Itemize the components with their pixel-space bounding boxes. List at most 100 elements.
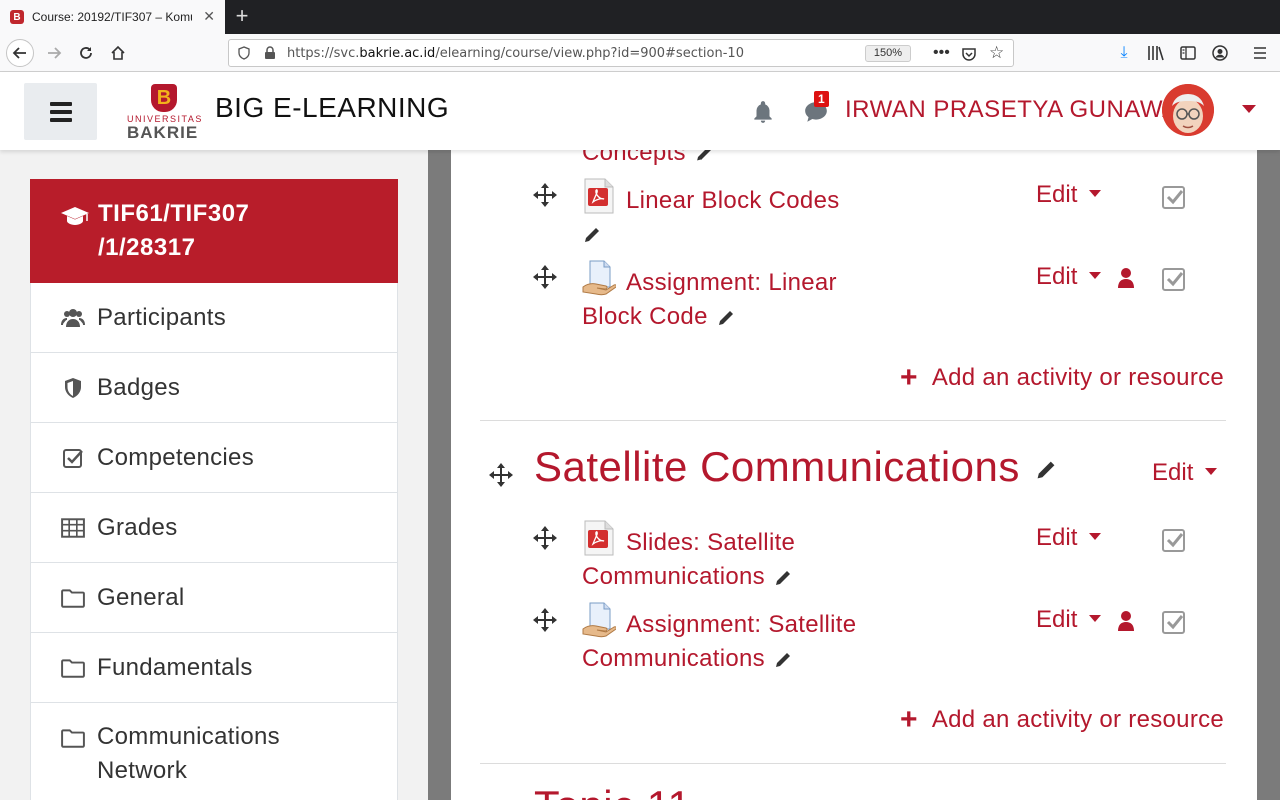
move-section-icon[interactable] <box>488 462 514 488</box>
edit-title-pencil-icon[interactable] <box>716 308 736 328</box>
drawer-item-label: Participants <box>97 304 226 331</box>
sidebar-icon[interactable] <box>1178 43 1198 63</box>
zoom-level[interactable]: 150% <box>865 45 911 62</box>
completion-checkbox-icon[interactable] <box>1161 184 1187 210</box>
completion-checkbox-icon[interactable] <box>1161 527 1187 553</box>
browser-tab-bar: B Course: 20192/TIF307 – Komu ✕ + <box>0 0 1280 34</box>
activity-edit-menu[interactable]: Edit <box>1036 263 1102 291</box>
chevron-down-icon <box>1089 615 1102 623</box>
activity-link-assignment-linear-cont[interactable]: Block Code <box>582 300 736 334</box>
home-icon[interactable] <box>104 39 132 67</box>
section-edit-menu[interactable]: Edit <box>1152 459 1218 487</box>
drawer-item-course[interactable]: TIF61/TIF307 /1/28317 <box>30 179 398 283</box>
group-mode-person-icon[interactable] <box>1117 267 1135 289</box>
drawer-item-grades[interactable]: Grades <box>30 493 398 563</box>
pdf-file-icon <box>584 178 614 214</box>
activity-edit-menu[interactable]: Edit <box>1036 524 1102 552</box>
edit-title-pencil-icon[interactable] <box>773 568 793 588</box>
drawer-item-competencies[interactable]: Competencies <box>30 423 398 493</box>
forward-icon[interactable] <box>40 39 68 67</box>
reload-icon[interactable] <box>72 39 100 67</box>
plus-icon: + <box>900 703 918 736</box>
drawer-item-badges[interactable]: Badges <box>30 353 398 423</box>
course-short-name-cont: /1/28317 <box>98 234 196 261</box>
activity-link-assignment-satellite[interactable]: Assignment: Satellite <box>626 608 856 642</box>
assignment-icon <box>582 602 616 638</box>
drawer-item-fundamentals[interactable]: Fundamentals <box>30 633 398 703</box>
drawer-item-communications-network[interactable]: Communications Network <box>30 703 398 800</box>
downloads-icon[interactable]: ⤓ <box>1114 43 1134 63</box>
edit-title-pencil-icon[interactable] <box>773 650 793 670</box>
completion-checkbox-icon[interactable] <box>1161 609 1187 635</box>
tab-close-icon[interactable]: ✕ <box>203 9 215 23</box>
pocket-icon[interactable] <box>961 46 977 62</box>
url-text[interactable]: https://svc.bakrie.ac.id/elearning/cours… <box>287 46 744 61</box>
move-icon[interactable] <box>532 525 558 551</box>
drawer-item-general[interactable]: General <box>30 563 398 633</box>
activity-edit-menu[interactable]: Edit <box>1036 181 1102 209</box>
user-name[interactable]: IRWAN PRASETYA GUNAWAN <box>845 96 1197 124</box>
drawer-item-participants[interactable]: Participants <box>30 283 398 353</box>
pdf-file-icon <box>584 520 614 556</box>
activity-edit-menu[interactable]: Edit <box>1036 606 1102 634</box>
tracking-shield-icon[interactable] <box>237 46 251 60</box>
bookmark-star-icon[interactable]: ☆ <box>989 43 1004 63</box>
notifications-bell-icon[interactable] <box>750 99 776 125</box>
move-icon[interactable] <box>532 607 558 633</box>
drawer-item-label: Badges <box>97 374 181 401</box>
group-mode-person-icon[interactable] <box>1117 610 1135 632</box>
drawer-item-label: Communications Network <box>97 723 280 784</box>
new-tab-icon[interactable]: + <box>230 4 254 28</box>
logo-wordmark: BAKRIE <box>127 123 199 142</box>
activity-link-assignment-linear[interactable]: Assignment: Linear <box>626 266 837 300</box>
activity-link-slides-satellite-cont[interactable]: Communications <box>582 560 793 594</box>
add-activity-button[interactable]: + Add an activity or resource <box>900 361 1224 394</box>
chevron-down-icon <box>1089 533 1102 541</box>
drawer-list: Participants Badges Competencies Grades … <box>30 283 398 800</box>
section-divider <box>480 420 1226 421</box>
check-square-icon <box>63 449 83 468</box>
section-divider <box>480 763 1226 764</box>
lock-icon[interactable] <box>263 46 277 60</box>
nav-drawer: TIF61/TIF307 /1/28317 Participants Badge… <box>0 150 428 800</box>
users-icon <box>61 309 85 327</box>
university-logo[interactable]: B UNIVERSITAS BAKRIE <box>127 84 207 142</box>
address-bar[interactable]: https://svc.bakrie.ac.id/elearning/cours… <box>228 39 1014 67</box>
tab-title: Course: 20192/TIF307 – Komu <box>32 10 192 24</box>
library-icon[interactable] <box>1146 43 1166 63</box>
user-menu-caret-icon[interactable] <box>1242 105 1256 113</box>
graduation-cap-icon <box>61 207 89 225</box>
drawer-toggle-button[interactable] <box>24 83 97 140</box>
site-favicon-icon: B <box>10 10 24 24</box>
activity-link-assignment-satellite-cont[interactable]: Communications <box>582 642 793 676</box>
next-section-title[interactable]: Topic 11 <box>534 782 691 800</box>
logo-emblem: B <box>151 84 177 112</box>
add-activity-button[interactable]: + Add an activity or resource <box>900 703 1224 736</box>
section-title[interactable]: Satellite Communications <box>534 443 1058 491</box>
edit-section-pencil-icon[interactable] <box>1034 458 1058 482</box>
edit-title-pencil-icon[interactable] <box>582 225 602 245</box>
message-count-badge: 1 <box>814 91 829 107</box>
site-header: B UNIVERSITAS BAKRIE BIG E-LEARNING 1 IR… <box>0 72 1280 150</box>
activity-link-slides-satellite[interactable]: Slides: Satellite <box>626 526 795 560</box>
completion-checkbox-icon[interactable] <box>1161 266 1187 292</box>
browser-tab[interactable]: B Course: 20192/TIF307 – Komu ✕ <box>0 0 225 34</box>
drawer-item-label: General <box>97 584 185 611</box>
move-icon[interactable] <box>532 264 558 290</box>
menu-icon[interactable] <box>1250 43 1270 63</box>
drawer-item-label: Grades <box>97 514 178 541</box>
folder-icon <box>61 589 85 608</box>
page-actions-icon[interactable]: ••• <box>933 44 950 62</box>
plus-icon: + <box>900 361 918 394</box>
account-icon[interactable] <box>1210 43 1230 63</box>
site-title[interactable]: BIG E-LEARNING <box>215 92 449 124</box>
course-short-name: TIF61/TIF307 <box>98 200 250 227</box>
assignment-icon <box>582 260 616 296</box>
table-icon <box>61 518 85 538</box>
chevron-down-icon <box>1205 468 1218 476</box>
back-icon[interactable] <box>6 39 34 67</box>
user-avatar[interactable] <box>1162 84 1214 136</box>
folder-icon <box>61 729 85 748</box>
move-icon[interactable] <box>532 182 558 208</box>
activity-link-linear-block-codes[interactable]: Linear Block Codes <box>626 184 840 218</box>
